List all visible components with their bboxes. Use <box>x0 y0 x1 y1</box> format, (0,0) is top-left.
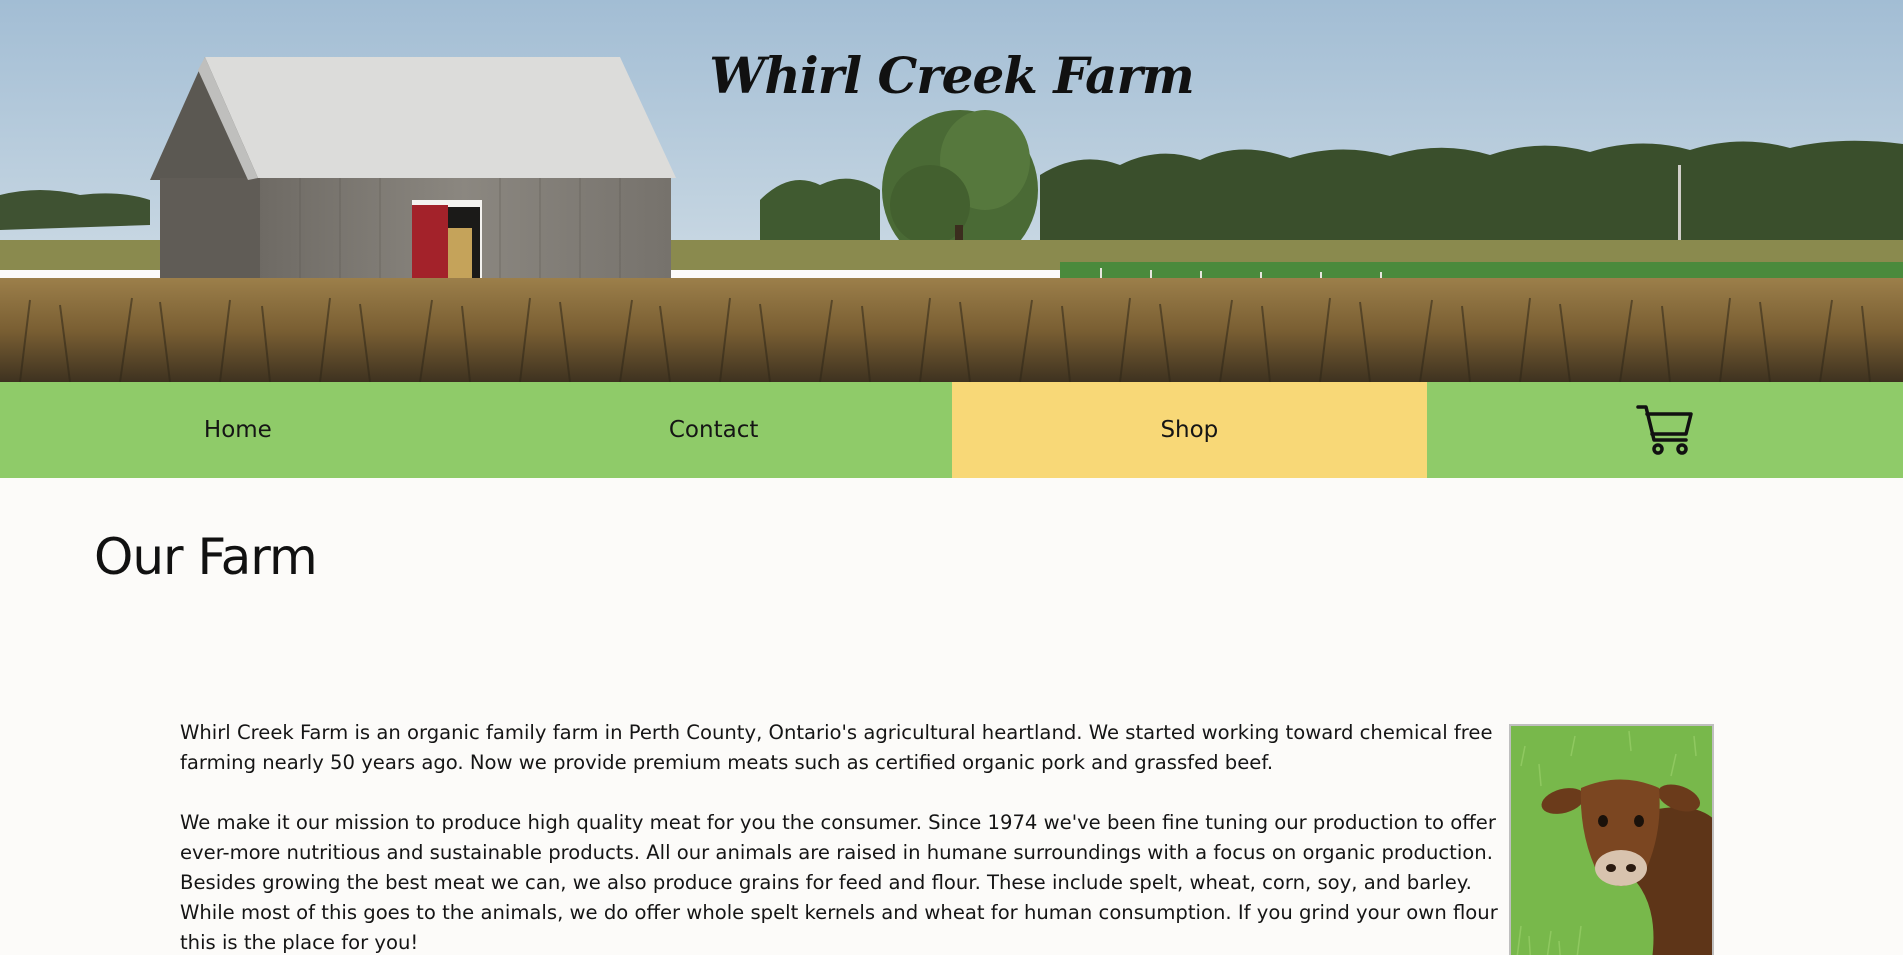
nav-item-home[interactable]: Home <box>0 382 476 478</box>
paragraph: Whirl Creek Farm is an organic family fa… <box>180 721 1493 774</box>
cow-photo <box>1509 724 1714 955</box>
nav-item-shop[interactable]: Shop <box>951 382 1428 478</box>
page-title: Our Farm <box>94 528 318 586</box>
nav-item-label: Contact <box>668 417 759 443</box>
nav-item-label: Home <box>203 417 272 443</box>
cart-button[interactable] <box>1427 382 1903 478</box>
about-text: Whirl Creek Farm is an organic family fa… <box>180 718 1502 955</box>
hero-banner: Whirl Creek Farm <box>0 0 1903 382</box>
cart-icon <box>1636 405 1693 455</box>
nav-item-contact[interactable]: Contact <box>475 382 952 478</box>
main-nav: Home Contact Shop <box>0 382 1903 478</box>
nav-item-label: Shop <box>1160 417 1219 443</box>
paragraph: We make it our mission to produce high q… <box>180 811 1498 954</box>
site-title: Whirl Creek Farm <box>709 46 1194 105</box>
